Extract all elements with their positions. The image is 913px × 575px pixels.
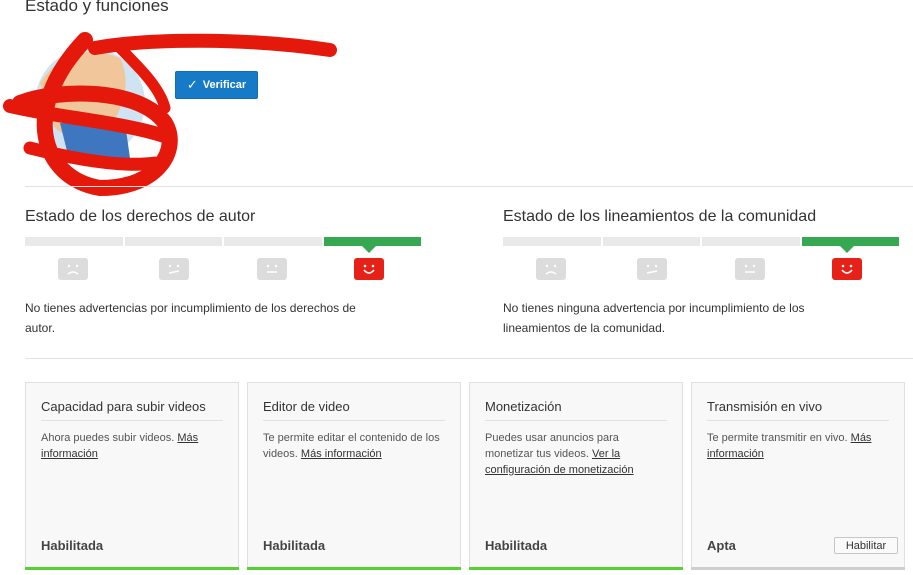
more-info-link[interactable]: Más información [301, 448, 382, 460]
status-bar [247, 567, 461, 570]
copyright-message: No tienes advertencias por incumplimient… [25, 301, 356, 335]
avatar-image [3, 32, 337, 197]
strike-segment [224, 237, 322, 246]
status-bar [25, 567, 239, 570]
verify-button[interactable]: ✓ Verificar [175, 71, 258, 99]
community-strike-bar [503, 237, 899, 246]
card-status: Habilitada [485, 538, 548, 553]
card-status: Habilitada [263, 538, 326, 553]
card-divider [263, 420, 445, 421]
checkmark-icon: ✓ [186, 77, 198, 92]
community-message: No tienes ninguna advertencia por incump… [503, 301, 805, 335]
status-bar [691, 567, 905, 570]
sad-face-icon [58, 258, 88, 280]
strike-segment [702, 237, 800, 246]
card-description: Te permite editar el contenido de los vi… [263, 430, 448, 462]
feature-card-monetization: Monetización Puedes usar anuncios para m… [469, 382, 683, 570]
card-divider [485, 420, 667, 421]
card-description-text: Te permite transmitir en vivo. [707, 432, 851, 444]
card-status: Apta [707, 538, 736, 553]
feature-card-live-streaming: Transmisión en vivo Te permite transmiti… [691, 382, 905, 570]
card-title: Editor de video [263, 399, 350, 414]
enable-button[interactable]: Habilitar [834, 537, 898, 554]
feature-card-video-editor: Editor de video Te permite editar el con… [247, 382, 461, 570]
card-title: Transmisión en vivo [707, 399, 823, 414]
card-divider [707, 420, 889, 421]
neutral-face-icon [735, 258, 765, 280]
happy-face-icon [832, 258, 862, 280]
verify-button-label: Verificar [202, 79, 247, 91]
divider [25, 186, 913, 187]
strike-pointer-icon [362, 246, 376, 253]
page-title: Estado y funciones [25, 0, 169, 15]
unsure-face-icon [637, 258, 667, 280]
status-bar [469, 567, 683, 570]
divider [25, 358, 913, 359]
unsure-face-icon [159, 258, 189, 280]
strike-segment [124, 237, 222, 246]
card-title: Monetización [485, 399, 562, 414]
card-description: Ahora puedes subir videos. Más informaci… [41, 430, 226, 462]
strike-segment-active [801, 237, 899, 246]
sad-face-icon [536, 258, 566, 280]
feature-card-upload: Capacidad para subir videos Ahora puedes… [25, 382, 239, 570]
strike-segment [503, 237, 601, 246]
happy-face-icon [354, 258, 384, 280]
card-description: Te permite transmitir en vivo. Más infor… [707, 430, 892, 462]
copyright-strike-bar [25, 237, 421, 246]
card-title: Capacidad para subir videos [41, 399, 206, 414]
strike-segment-active [323, 237, 421, 246]
card-status: Habilitada [41, 538, 104, 553]
card-description: Puedes usar anuncios para monetizar tus … [485, 430, 670, 478]
strike-segment [602, 237, 700, 246]
community-heading: Estado de los lineamientos de la comunid… [503, 208, 817, 225]
strike-segment [25, 237, 123, 246]
community-status: Estado de los lineamientos de la comunid… [503, 208, 903, 338]
card-description-text: Ahora puedes subir videos. [41, 432, 178, 444]
neutral-face-icon [257, 258, 287, 280]
avatar[interactable] [0, 28, 340, 198]
strike-pointer-icon [840, 246, 854, 253]
card-divider [41, 420, 223, 421]
copyright-heading: Estado de los derechos de autor [25, 208, 256, 225]
copyright-status: Estado de los derechos de autor No tiene… [25, 208, 425, 338]
